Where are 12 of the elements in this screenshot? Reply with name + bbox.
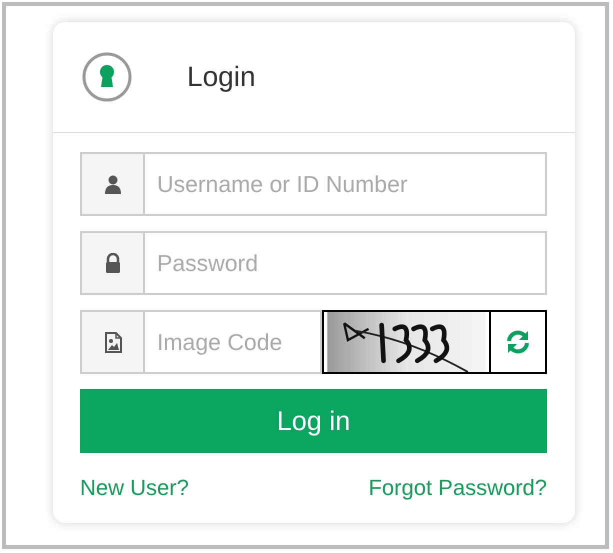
image-file-icon bbox=[102, 332, 122, 352]
login-title: Login bbox=[187, 61, 256, 93]
image-code-field[interactable]: Image Code bbox=[145, 310, 322, 374]
link-text[interactable]: New User? bbox=[80, 475, 189, 501]
link-text[interactable]: Forgot Password? bbox=[368, 475, 547, 501]
login-button[interactable]: Log in bbox=[80, 389, 547, 453]
refresh-button[interactable] bbox=[491, 310, 547, 374]
refresh-icon bbox=[505, 329, 531, 355]
person-icon bbox=[102, 174, 122, 194]
password-field[interactable]: Password bbox=[145, 231, 547, 295]
keyhole-logo-icon bbox=[82, 52, 132, 102]
username-field[interactable]: Username or ID Number bbox=[145, 152, 547, 216]
